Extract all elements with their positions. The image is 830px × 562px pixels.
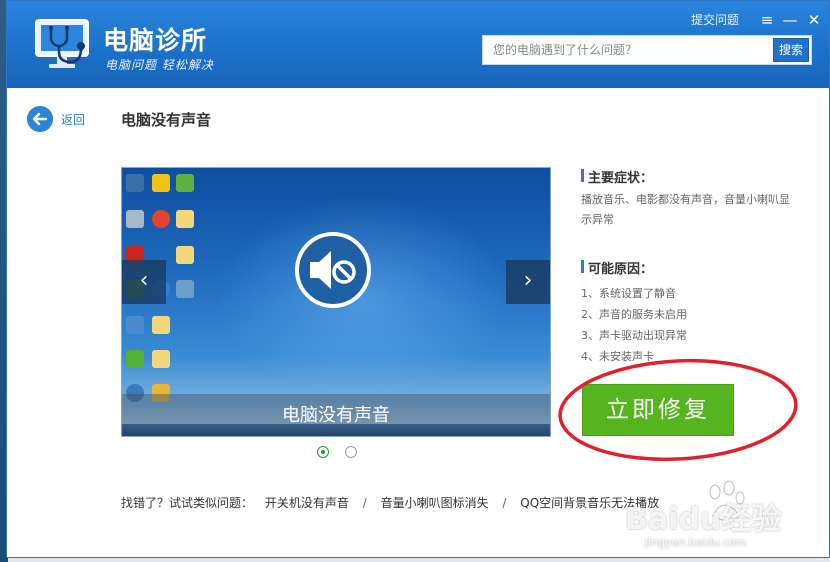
header-bar: 电脑诊所 电脑问题 轻松解决 提交问题 ≡ — ✕ 搜索: [7, 1, 829, 88]
desktop-icon: [176, 280, 194, 298]
desktop-icon: [126, 174, 144, 192]
related-link-qzone-music[interactable]: QQ空间背景音乐无法播放: [520, 496, 659, 510]
computer-stethoscope-logo-icon: [35, 19, 89, 68]
slide-dot[interactable]: [345, 446, 357, 458]
desktop-icon: [176, 174, 194, 192]
related-link-startup-sound[interactable]: 开关机没有声音: [265, 496, 349, 510]
app-window: 电脑诊所 电脑问题 轻松解决 提交问题 ≡ — ✕ 搜索 返回 电脑没有声音: [6, 0, 830, 558]
search-input[interactable]: [483, 36, 768, 64]
related-questions: 找错了？试试类似问题： 开关机没有声音 / 音量小喇叭图标消失 / QQ空间背景…: [121, 494, 659, 511]
app-title: 电脑诊所: [103, 26, 208, 55]
list-item: 2、声音的服务未启用: [581, 308, 687, 321]
problem-info-panel: 主要症状： 播放音乐、电影都没有声音，音量小喇叭显示异常 可能原因： 1、系统设…: [581, 167, 791, 367]
desktop-taskbar: [122, 424, 550, 436]
desktop-icon: [152, 350, 170, 368]
page-title: 电脑没有声音: [121, 111, 212, 129]
submit-question-link[interactable]: 提交问题: [691, 11, 739, 28]
fix-now-button[interactable]: 立即修复: [582, 384, 734, 436]
baidu-paw-icon: [709, 480, 745, 523]
baidu-watermark: Baidu经验 jingyan.baidu.com: [619, 468, 829, 558]
close-icon[interactable]: ✕: [803, 9, 825, 31]
causes-heading: 可能原因：: [581, 258, 791, 277]
slide-prev-arrow-icon[interactable]: ‹: [122, 260, 166, 304]
list-item: 4、未安装声卡: [581, 350, 654, 363]
desktop-icon: [152, 210, 170, 228]
symptoms-heading: 主要症状：: [581, 167, 791, 186]
desktop-icon: [152, 316, 170, 334]
desktop-icon: [126, 316, 144, 334]
desktop-icon: [176, 210, 194, 228]
causes-list: 1、系统设置了静音 2、声音的服务未启用 3、声卡驱动出现异常 4、未安装声卡: [581, 283, 791, 367]
speaker-mute-icon: [295, 232, 371, 308]
slide-dot-active[interactable]: [317, 446, 329, 458]
problem-slideshow: 电脑没有声音 ‹ ›: [121, 167, 551, 437]
app-slogan: 电脑问题 轻松解决: [105, 58, 214, 72]
search-button[interactable]: 搜索: [773, 38, 809, 62]
related-separator: /: [362, 496, 367, 510]
related-separator: /: [502, 496, 507, 510]
search-box: 搜索: [482, 35, 812, 65]
watermark-url: jingyan.baidu.com: [645, 536, 747, 549]
menu-icon[interactable]: ≡: [756, 9, 778, 31]
related-link-volume-icon[interactable]: 音量小喇叭图标消失: [381, 496, 489, 510]
list-item: 1、系统设置了静音: [581, 287, 676, 300]
slide-next-arrow-icon[interactable]: ›: [506, 260, 550, 304]
desktop-icon: [176, 246, 194, 264]
back-link[interactable]: 返回: [61, 111, 85, 128]
symptoms-text: 播放音乐、电影都没有声音，音量小喇叭显示异常: [581, 193, 790, 226]
minimize-icon[interactable]: —: [779, 9, 801, 31]
desktop-icon: [152, 174, 170, 192]
back-arrow-icon[interactable]: [27, 106, 53, 132]
list-item: 3、声卡驱动出现异常: [581, 329, 687, 342]
desktop-icon: [126, 350, 144, 368]
desktop-icon: [126, 210, 144, 228]
related-lead: 找错了？试试类似问题：: [121, 496, 254, 510]
